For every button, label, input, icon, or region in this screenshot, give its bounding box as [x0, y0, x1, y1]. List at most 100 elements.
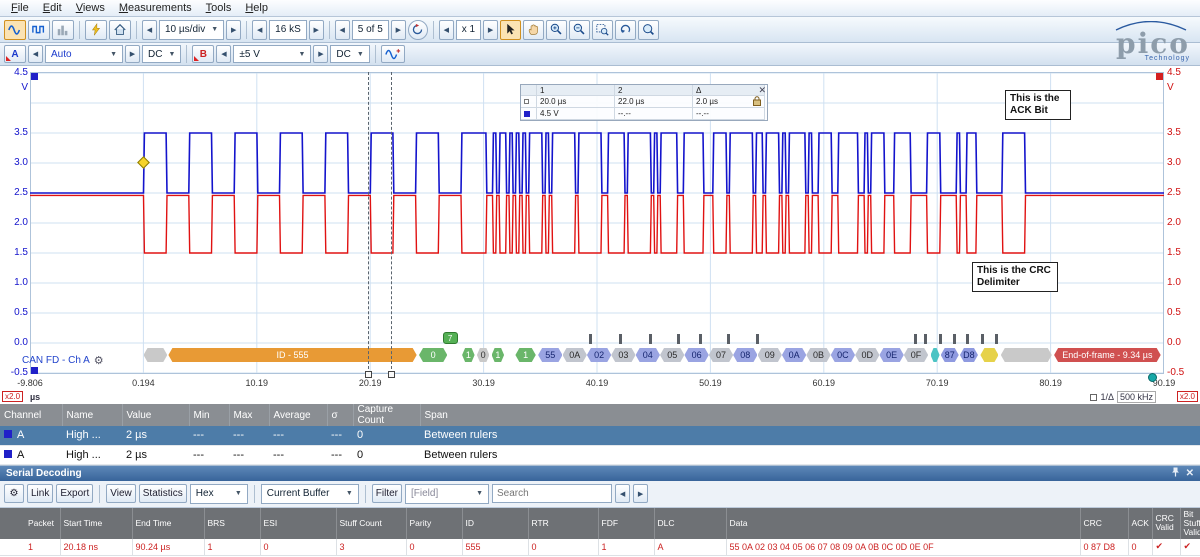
decoder-channel-label[interactable]: CAN FD - Ch A ⚙ [22, 354, 104, 367]
channel-b-range-prev-button[interactable]: ◀ [216, 45, 232, 63]
packet-cell: ✔ [1152, 538, 1181, 556]
measurement-cell: A [0, 426, 62, 446]
filter-button[interactable]: Filter [371, 484, 403, 503]
samples-prev-button[interactable]: ◀ [252, 19, 268, 40]
menu-edit[interactable]: Edit [36, 1, 69, 15]
pointer-tool-button[interactable] [500, 19, 522, 40]
menu-tools[interactable]: Tools [199, 1, 239, 15]
ack-annotation: This is the ACK Bit [1005, 90, 1071, 120]
awg-button[interactable] [380, 45, 405, 63]
ruler-handle-1[interactable] [365, 371, 372, 378]
decoder-settings-gear-icon[interactable]: ⚙ [94, 354, 104, 367]
time-ruler-1[interactable] [368, 72, 369, 374]
channel-b-button[interactable]: B [192, 45, 215, 63]
x-tick-label: 60.19 [812, 378, 836, 388]
buffer-next-button[interactable]: ▶ [390, 19, 406, 40]
lock-icon[interactable] [753, 95, 761, 108]
stuff-bit-tick [726, 334, 730, 344]
export-button[interactable]: Export [56, 484, 94, 503]
y-tick-label-right: 1.0 [1167, 277, 1181, 288]
scope-mode-icon [8, 23, 22, 37]
zoom-out-tool-button[interactable] [569, 19, 591, 40]
measurement-cell: --- [189, 445, 229, 465]
channel-a-range-next-button[interactable]: ▶ [125, 45, 140, 63]
toolbar-separator [136, 20, 137, 39]
decode-segment: 03 [611, 348, 635, 362]
samples-select[interactable]: 16 kS [269, 19, 307, 40]
persistence-mode-button[interactable] [28, 19, 50, 40]
samples-next-button[interactable]: ▶ [308, 19, 324, 40]
decoder-channel-text: CAN FD - Ch A [22, 355, 90, 366]
menu-views[interactable]: Views [69, 1, 112, 15]
stuff-bit-tick [965, 334, 969, 344]
pin-icon[interactable] [1171, 467, 1180, 480]
buffer-select-value: Current Buffer [266, 488, 330, 499]
menu-help[interactable]: Help [238, 1, 275, 15]
frequency-legend-checkbox[interactable] [1090, 393, 1098, 401]
spectrum-mode-button[interactable] [52, 19, 74, 40]
home-button[interactable] [109, 19, 131, 40]
channel-b-label: B [199, 48, 207, 60]
channel-b-range-next-button[interactable]: ▶ [313, 45, 329, 63]
buffer-overview-button[interactable] [407, 19, 428, 40]
search-input[interactable] [492, 484, 613, 503]
channel-b-range-select[interactable]: ±5 V ▼ [233, 45, 312, 63]
menu-file[interactable]: File [4, 1, 36, 15]
format-select[interactable]: Hex ▼ [189, 483, 248, 504]
view-button[interactable]: View [106, 484, 136, 503]
channel-a-range-prev-button[interactable]: ◀ [28, 45, 43, 63]
menu-measurements[interactable]: Measurements [112, 1, 199, 15]
scope-mode-button[interactable] [4, 19, 26, 40]
decode-segment: ID - 555 [168, 348, 416, 362]
measurement-row[interactable]: A High ... 2 µs --- --- --- --- 0 Between rulers [0, 445, 1200, 465]
ruler-legend-close-icon[interactable]: ✕ [758, 85, 766, 96]
x-tick-label: 0.194 [132, 378, 155, 388]
measurement-cell: --- [269, 445, 327, 465]
y-tick-label-left: 0.5 [14, 307, 28, 318]
awg-sine-icon [384, 48, 401, 61]
zoom-decrease-button[interactable]: ◀ [438, 19, 454, 40]
x-tick-label: 40.19 [585, 378, 609, 388]
probe-wizard-button[interactable] [85, 19, 107, 40]
timebase-prev-button[interactable]: ◀ [142, 19, 157, 40]
packet-cell: ✔ [1180, 538, 1200, 556]
undo-zoom-button[interactable] [615, 19, 637, 40]
y-tick-label-right: 3.0 [1167, 157, 1181, 168]
timebase-select[interactable]: 10 µs/div ▼ [159, 19, 225, 40]
ruler-handle-2[interactable] [387, 371, 395, 378]
x-tick-label: 70.19 [925, 378, 949, 388]
prev-packet-button[interactable]: ◀ [615, 484, 631, 503]
frequency-legend[interactable]: 1/Δ 500 kHz [1090, 391, 1156, 403]
link-button[interactable]: Link [27, 484, 54, 503]
field-select[interactable]: [Field] ▼ [405, 483, 490, 504]
chevron-down-icon: ▼ [168, 50, 176, 58]
channel-b-coupling-select[interactable]: DC ▼ [330, 45, 370, 63]
close-icon[interactable]: ✕ [1186, 468, 1194, 479]
packet-row[interactable]: 1 20.18 ns 90.24 µs 1 0 3 0 555 0 1 A 55 0A 02 03 0… [0, 538, 1200, 556]
next-packet-button[interactable]: ▶ [633, 484, 649, 503]
y-tick-label-left: 3.0 [14, 157, 28, 168]
channel-a-range-select[interactable]: Auto ▼ [45, 45, 123, 63]
stuff-bit-tick [913, 334, 917, 344]
zoom-increase-button[interactable]: ▶ [483, 19, 499, 40]
serial-settings-gear-button[interactable]: ⚙ [4, 484, 24, 503]
timebase-next-button[interactable]: ▶ [226, 19, 242, 40]
x-tick-label: 50.19 [699, 378, 722, 388]
channel-a-button[interactable]: A [4, 45, 26, 63]
ruler-time-2: 22.0 µs [615, 96, 693, 108]
packet-cell: 3 [336, 538, 407, 556]
hand-tool-button[interactable] [523, 19, 545, 40]
ruler-legend-header-delta: Δ [693, 85, 765, 96]
time-ruler-2[interactable] [390, 72, 392, 374]
measurement-cell: --- [269, 426, 327, 446]
buffer-prev-button[interactable]: ◀ [334, 19, 350, 40]
marquee-zoom-tool-button[interactable] [592, 19, 614, 40]
buffer-select[interactable]: Current Buffer ▼ [260, 483, 359, 504]
zoom-in-tool-button[interactable] [546, 19, 568, 40]
measurement-row[interactable]: A High ... 2 µs --- --- --- --- 0 Between rulers [0, 426, 1200, 446]
stuff-bit-tick [953, 334, 957, 344]
channel-a-coupling-select[interactable]: DC ▼ [142, 45, 182, 63]
statistics-button[interactable]: Statistics [138, 484, 187, 503]
zoom-full-button[interactable] [638, 19, 660, 40]
packet-cell: 90.24 µs [132, 538, 205, 556]
